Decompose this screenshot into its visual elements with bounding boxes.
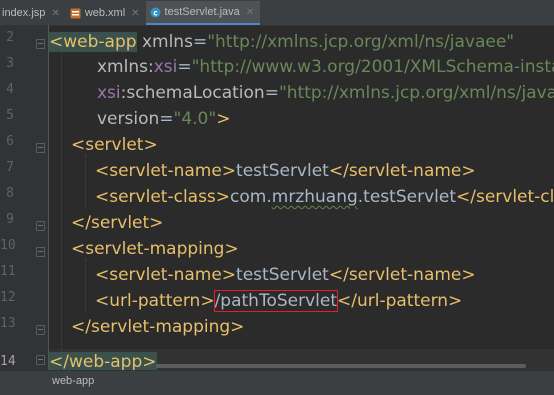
breadcrumb-item[interactable]: web-app <box>52 375 94 387</box>
xml-tag: </servlet-name> <box>328 265 476 285</box>
xml-tag: </servlet-name> <box>328 161 476 181</box>
java-class-icon: c <box>150 7 161 18</box>
close-tab-icon[interactable]: ✕ <box>51 8 59 19</box>
xml-tag: </web-app> <box>49 352 157 370</box>
equals-sign: = <box>177 57 192 77</box>
xml-attribute: version <box>97 109 160 129</box>
fold-marker-icon[interactable] <box>36 355 45 365</box>
code-line: <servlet-mapping> <box>71 236 239 262</box>
code-line: version="4.0"> <box>97 106 230 132</box>
xml-tag: <servlet-mapping> <box>71 239 239 259</box>
line-number-gutter[interactable]: 2 3 4 5 6 7 8 9 10 11 12 13 14 <box>0 25 48 370</box>
xml-tag: <servlet> <box>71 135 158 155</box>
code-line: <servlet-name>testServlet</servlet-name> <box>95 262 476 288</box>
tab-label: index.jsp <box>2 7 46 19</box>
xml-text: .testServlet <box>357 187 456 207</box>
line-number: 13 <box>0 316 16 331</box>
xml-tag: </url-pattern> <box>337 291 463 311</box>
indent-guide <box>61 49 62 367</box>
equals-sign: = <box>159 109 174 129</box>
xml-text: testServlet <box>236 161 329 181</box>
line-number: 3 <box>6 56 14 71</box>
close-tab-icon[interactable]: ✕ <box>131 8 139 19</box>
tab-test-servlet-java[interactable]: c testServlet.java ✕ <box>145 1 261 25</box>
xml-tag: <servlet-name> <box>95 161 237 181</box>
line-number: 11 <box>0 264 16 279</box>
line-number: 4 <box>6 82 14 97</box>
xml-attribute: schemaLocation <box>126 83 265 103</box>
xml-tag: </servlet-class> <box>455 187 554 207</box>
line-number: 8 <box>6 186 14 201</box>
xml-text: testServlet <box>236 265 329 285</box>
code-line: <web-app xmlns="http://xmlns.jcp.org/xml… <box>49 29 514 55</box>
code-line: </servlet-mapping> <box>71 314 244 340</box>
attribute-value: "http://xmlns.jcp.org/xml/ns/javaee h <box>278 83 554 103</box>
xml-namespace-prefix: xmlns <box>97 57 148 77</box>
editor-tab-bar: index.jsp ✕ web.xml ✕ c testServlet.java… <box>0 0 554 26</box>
horizontal-scrollbar[interactable] <box>156 364 526 368</box>
xml-attribute: xmlns <box>136 32 193 52</box>
tab-index-jsp[interactable]: index.jsp ✕ <box>0 1 66 25</box>
fold-marker-icon[interactable] <box>36 221 45 231</box>
fold-marker-icon[interactable] <box>36 39 45 49</box>
xml-tag: <url-pattern> <box>95 291 215 311</box>
code-line: <servlet> <box>71 132 158 158</box>
indent-guide <box>85 155 86 207</box>
line-number: 9 <box>6 212 14 227</box>
attribute-value: "4.0" <box>173 109 217 129</box>
code-line: </servlet> <box>71 210 163 236</box>
code-line: xmlns:xsi="http://www.w3.org/2001/XMLSch… <box>97 54 554 80</box>
xml-tag: <web-app <box>49 32 137 52</box>
breadcrumb: web-app <box>0 370 554 395</box>
close-tab-icon[interactable]: ✕ <box>246 7 254 18</box>
equals-sign: = <box>192 32 208 52</box>
xml-namespace-prefix: xsi <box>97 83 121 103</box>
code-line: </web-app> <box>49 349 157 370</box>
code-editor[interactable]: <web-app xmlns="http://xmlns.jcp.org/xml… <box>49 25 554 370</box>
equals-sign: = <box>264 83 279 103</box>
fold-marker-icon[interactable] <box>36 143 45 153</box>
xml-tag-bracket: > <box>216 109 231 129</box>
xml-file-icon <box>70 8 81 19</box>
line-number: 12 <box>0 290 16 305</box>
xml-text: com. <box>230 187 272 207</box>
line-number: 6 <box>6 134 14 149</box>
tab-web-xml[interactable]: web.xml ✕ <box>66 1 146 25</box>
attribute-value: "http://xmlns.jcp.org/xml/ns/javaee" <box>207 32 515 52</box>
xml-tag: </servlet> <box>71 213 164 233</box>
line-number: 7 <box>6 160 14 175</box>
xml-tag: <servlet-name> <box>95 265 237 285</box>
line-number: 10 <box>0 238 16 253</box>
code-line: <servlet-class>com.mrzhuang.testServlet<… <box>95 184 554 210</box>
line-number: 5 <box>6 108 14 123</box>
highlighted-url-pattern: /pathToServlet <box>213 290 339 312</box>
tab-label: testServlet.java <box>164 6 240 18</box>
code-line: <url-pattern>/pathToServlet</url-pattern… <box>95 288 462 314</box>
spelling-warning-text: mrzhuang <box>271 187 358 207</box>
tab-label: web.xml <box>84 7 126 19</box>
indent-guide <box>85 259 86 311</box>
fold-marker-icon[interactable] <box>36 247 45 257</box>
xml-tag: <servlet-class> <box>95 187 231 207</box>
xml-tag: </servlet-mapping> <box>71 317 245 337</box>
line-number: 2 <box>6 30 14 45</box>
xml-attribute: xsi <box>153 57 178 77</box>
fold-marker-icon[interactable] <box>36 325 45 335</box>
attribute-value: "http://www.w3.org/2001/XMLSchema-instan… <box>191 57 554 77</box>
code-line: xsi:schemaLocation="http://xmlns.jcp.org… <box>97 80 554 106</box>
svg-text:c: c <box>153 8 157 17</box>
code-line: <servlet-name>testServlet</servlet-name> <box>95 158 476 184</box>
